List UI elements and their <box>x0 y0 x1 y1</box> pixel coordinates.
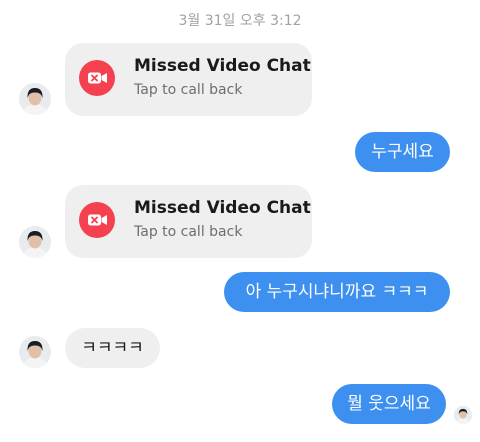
contact-avatar[interactable] <box>19 226 51 258</box>
outgoing-message-bubble[interactable]: 아 누구시냐니까요 ㅋㅋㅋ <box>224 272 450 312</box>
call-back-hint: Tap to call back <box>134 224 243 240</box>
read-receipt-avatar <box>454 406 472 424</box>
missed-call-title: Missed Video Chat <box>134 198 311 218</box>
missed-video-chat-card[interactable]: Missed Video Chat Tap to call back <box>65 185 312 258</box>
call-back-hint: Tap to call back <box>134 82 243 98</box>
contact-avatar[interactable] <box>19 336 51 368</box>
missed-video-call-icon <box>79 202 115 238</box>
missed-video-chat-card[interactable]: Missed Video Chat Tap to call back <box>65 43 312 116</box>
outgoing-message-bubble[interactable]: 뭘 웃으세요 <box>332 384 446 424</box>
missed-video-call-icon <box>79 60 115 96</box>
outgoing-message-bubble[interactable]: 누구세요 <box>355 132 450 172</box>
contact-avatar[interactable] <box>19 83 51 115</box>
incoming-message-bubble[interactable]: ㅋㅋㅋㅋ <box>65 328 160 368</box>
missed-call-title: Missed Video Chat <box>134 56 311 76</box>
message-timestamp: 3월 31일 오후 3:12 <box>178 13 302 29</box>
